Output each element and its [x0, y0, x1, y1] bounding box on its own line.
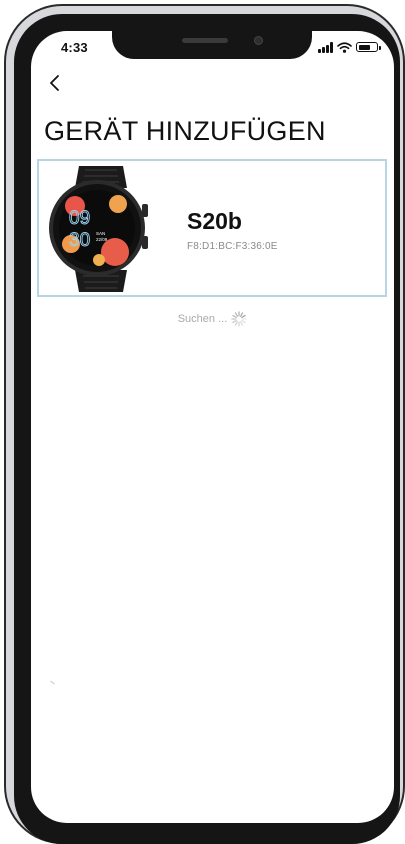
loading-spinner-icon — [231, 311, 247, 327]
wifi-icon — [337, 41, 352, 53]
status-icons — [318, 40, 381, 54]
chevron-left-icon — [50, 75, 59, 91]
spinner-ray — [235, 321, 239, 326]
spinner-ray — [240, 321, 244, 326]
divider-mark — [50, 680, 55, 685]
battery-icon — [356, 42, 381, 52]
page-title: GERÄT HINZUFÜGEN — [44, 116, 326, 146]
spinner-ray — [241, 319, 246, 324]
spinner-ray — [235, 312, 239, 317]
speaker-grille — [182, 38, 228, 43]
search-label: Suchen ... — [177, 313, 228, 325]
notch — [112, 31, 312, 59]
device-name: S20b — [187, 208, 242, 234]
watch-digits-top: 09 — [69, 208, 90, 229]
watch-day: SAN — [96, 231, 105, 236]
smartwatch-image: 09 30 SAN 22/09 — [49, 166, 148, 292]
front-camera-icon — [254, 36, 263, 45]
device-list-item[interactable]: 09 30 SAN 22/09 S20b F8:D1:BC:F3:36:0E — [37, 159, 387, 297]
watch-digits-bottom: 30 — [69, 230, 90, 251]
spinner-ray — [232, 314, 238, 319]
status-time: 4:33 — [61, 40, 88, 55]
spinner-ray — [241, 314, 246, 319]
phone-screen: 4:33 GERÄT HINZUFÜGEN 09 30 SAN 22/09 S2… — [31, 31, 394, 823]
device-mac-address: F8:D1:BC:F3:36:0E — [187, 241, 278, 252]
spinner-ray — [240, 312, 244, 317]
cellular-signal-icon — [318, 41, 333, 53]
spinner-ray — [232, 319, 238, 324]
search-status: Suchen ... — [31, 311, 394, 327]
back-button[interactable] — [43, 71, 67, 95]
watch-date: 22/09 — [96, 237, 108, 242]
